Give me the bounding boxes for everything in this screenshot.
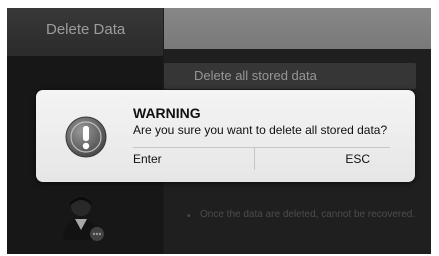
dialog-title: WARNING [133,105,201,121]
exclamation-icon [65,116,107,158]
esc-button[interactable]: ESC [255,148,370,170]
enter-button[interactable]: Enter [133,148,253,170]
dialog-message: Are you sure you want to delete all stor… [133,123,388,137]
warning-dialog: WARNING Are you sure you want to delete … [36,90,415,182]
